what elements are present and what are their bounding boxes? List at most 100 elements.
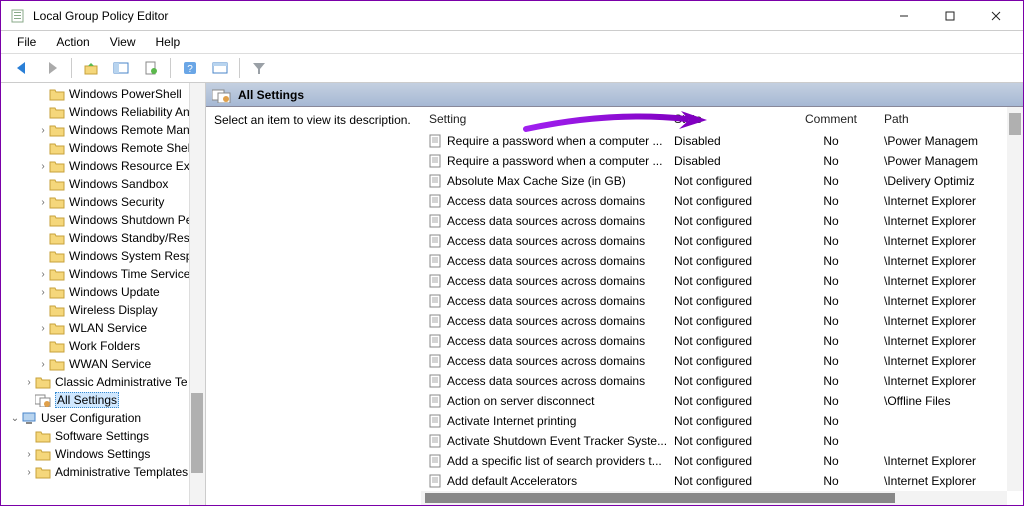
tree-item[interactable]: ›Administrative Templates [1,463,205,481]
setting-icon [429,214,443,228]
grid-row[interactable]: Access data sources across domainsNot co… [421,231,1023,251]
grid-row[interactable]: Access data sources across domainsNot co… [421,251,1023,271]
grid-row[interactable]: Add a specific list of search providers … [421,451,1023,471]
tree-item[interactable]: ›Windows Time Service [1,265,205,283]
setting-icon [429,334,443,348]
tree-item[interactable]: ⌄User Configuration [1,409,205,427]
tree-item[interactable]: ›WWAN Service [1,355,205,373]
tree-scrollbar[interactable] [189,83,205,505]
tree-item[interactable]: ›Classic Administrative Te [1,373,205,391]
cell-path: \Internet Explorer [876,254,1006,268]
settings-grid[interactable]: Setting State Comment Path Require a pas… [421,107,1023,505]
grid-horizontal-thumb[interactable] [425,493,895,503]
grid-row[interactable]: Access data sources across domainsNot co… [421,311,1023,331]
tree-scroll-thumb[interactable] [191,393,203,473]
minimize-button[interactable] [881,1,927,30]
grid-row[interactable]: Activate Shutdown Event Tracker Syste...… [421,431,1023,451]
menu-help[interactable]: Help [146,33,191,51]
cell-setting: Absolute Max Cache Size (in GB) [447,174,626,188]
tree-item-label: Wireless Display [69,303,158,317]
menu-view[interactable]: View [100,33,146,51]
setting-icon [429,274,443,288]
grid-row[interactable]: Access data sources across domainsNot co… [421,271,1023,291]
menu-bar: File Action View Help [1,31,1023,53]
header-comment[interactable]: Comment [786,112,876,126]
description-panel: Select an item to view its description. [206,107,421,505]
tree-item[interactable]: Windows Sandbox [1,175,205,193]
setting-icon [429,374,443,388]
tree-item-label: Software Settings [55,429,149,443]
show-hide-tree-button[interactable] [110,57,132,79]
grid-horizontal-scrollbar[interactable] [421,491,1007,505]
menu-action[interactable]: Action [46,33,99,51]
setting-icon [429,174,443,188]
grid-row[interactable]: Activate Internet printingNot configured… [421,411,1023,431]
menu-file[interactable]: File [7,33,46,51]
filter-button[interactable] [248,57,270,79]
grid-row[interactable]: Require a password when a computer ...Di… [421,131,1023,151]
cell-state: Not configured [666,434,786,448]
folder-icon [35,447,51,461]
cell-state: Not configured [666,194,786,208]
grid-vertical-thumb[interactable] [1009,113,1021,135]
grid-row[interactable]: Access data sources across domainsNot co… [421,351,1023,371]
tree-item[interactable]: ›Windows Security [1,193,205,211]
tree-item[interactable]: Windows Standby/Resur [1,229,205,247]
grid-row[interactable]: Access data sources across domainsNot co… [421,371,1023,391]
tree-item[interactable]: ›WLAN Service [1,319,205,337]
grid-row[interactable]: Add default AcceleratorsNot configuredNo… [421,471,1023,491]
cell-comment: No [786,474,876,488]
tree-item[interactable]: Windows Shutdown Perf [1,211,205,229]
grid-row[interactable]: Require a password when a computer ...Di… [421,151,1023,171]
grid-row[interactable]: Access data sources across domainsNot co… [421,291,1023,311]
close-button[interactable] [973,1,1019,30]
tree-item[interactable]: ›Windows Remote Manag [1,121,205,139]
folder-icon [49,123,65,137]
header-setting[interactable]: Setting [421,112,666,126]
cell-state: Not configured [666,254,786,268]
tree-pane[interactable]: Windows PowerShell Windows Reliability An… [1,83,206,505]
grid-row[interactable]: Access data sources across domainsNot co… [421,211,1023,231]
folder-icon [49,231,65,245]
grid-row[interactable]: Access data sources across domainsNot co… [421,191,1023,211]
maximize-button[interactable] [927,1,973,30]
forward-button[interactable] [41,57,63,79]
grid-row[interactable]: Absolute Max Cache Size (in GB)Not confi… [421,171,1023,191]
cell-state: Not configured [666,294,786,308]
tree-item[interactable]: Windows System Respor [1,247,205,265]
tree-item[interactable]: Windows PowerShell [1,85,205,103]
tree-item[interactable]: All Settings [1,391,205,409]
cell-path: \Offline Files [876,394,1006,408]
tree-item[interactable]: ›Windows Settings [1,445,205,463]
tree-item[interactable]: Software Settings [1,427,205,445]
cell-state: Disabled [666,154,786,168]
cell-comment: No [786,394,876,408]
grid-row[interactable]: Action on server disconnectNot configure… [421,391,1023,411]
tree-item[interactable]: ›Windows Resource Exha [1,157,205,175]
up-folder-button[interactable] [80,57,102,79]
help-button[interactable]: ? [179,57,201,79]
tree-item[interactable]: Windows Remote Shell [1,139,205,157]
export-list-button[interactable] [140,57,162,79]
tree-item[interactable]: Wireless Display [1,301,205,319]
back-button[interactable] [11,57,33,79]
cell-path: \Delivery Optimiz [876,174,1006,188]
cell-setting: Access data sources across domains [447,314,645,328]
cell-state: Disabled [666,134,786,148]
tree-item-label: Windows PowerShell [69,87,182,101]
tree-item-label: Windows Settings [55,447,150,461]
grid-row[interactable]: Access data sources across domainsNot co… [421,331,1023,351]
tree-item[interactable]: Windows Reliability Ana [1,103,205,121]
properties-button[interactable] [209,57,231,79]
tree-item[interactable]: Work Folders [1,337,205,355]
tree-item[interactable]: ›Windows Update [1,283,205,301]
cell-setting: Activate Internet printing [447,414,576,428]
cell-setting: Access data sources across domains [447,354,645,368]
cell-path: \Internet Explorer [876,314,1006,328]
cell-comment: No [786,154,876,168]
setting-icon [429,414,443,428]
setting-icon [429,394,443,408]
header-path[interactable]: Path [876,112,1006,126]
grid-vertical-scrollbar[interactable] [1007,107,1023,491]
header-state[interactable]: State [666,112,786,126]
